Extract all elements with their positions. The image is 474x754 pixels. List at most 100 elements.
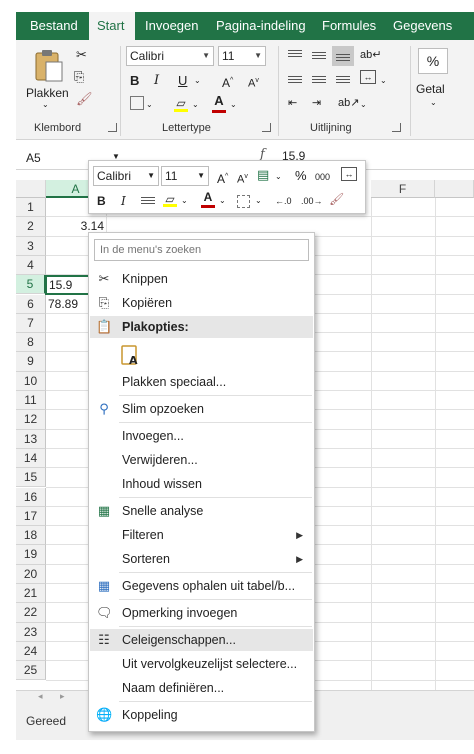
- row-header-15[interactable]: 15: [16, 468, 46, 488]
- row-header-18[interactable]: 18: [16, 526, 46, 546]
- row-header-17[interactable]: 17: [16, 506, 46, 527]
- row-header-22[interactable]: 22: [16, 603, 46, 623]
- increase-indent-icon[interactable]: ⇥: [312, 94, 321, 112]
- mini-align-center-icon[interactable]: [141, 197, 155, 206]
- row-header-14[interactable]: 14: [16, 448, 46, 469]
- row-header-19[interactable]: 19: [16, 545, 46, 565]
- tab-formules[interactable]: Formules: [322, 12, 376, 40]
- align-middle-icon[interactable]: [312, 52, 326, 61]
- align-left-icon[interactable]: [288, 76, 302, 85]
- chevron-down-icon[interactable]: ⌄: [181, 193, 188, 209]
- menu-item-format-cells[interactable]: ☷ Celeigenschappen...: [90, 629, 313, 651]
- menu-item-link[interactable]: 🌐 Koppeling: [90, 704, 313, 726]
- copy-icon[interactable]: ⎘: [74, 68, 84, 86]
- italic-button[interactable]: I: [154, 72, 159, 90]
- font-size-dropdown[interactable]: 11 ▼: [218, 46, 266, 66]
- row-header-6[interactable]: 6: [16, 294, 46, 314]
- row-header-21[interactable]: 21: [16, 584, 46, 604]
- menu-item-insert[interactable]: Invoegen...: [90, 425, 313, 447]
- row-header-5[interactable]: 5: [16, 275, 46, 295]
- menu-item-get-data-from-table[interactable]: ▦ Gegevens ophalen uit tabel/b...: [90, 575, 313, 597]
- paste-button[interactable]: Plakken ⌄: [24, 46, 70, 112]
- column-header-f[interactable]: F: [371, 180, 435, 198]
- align-center-icon[interactable]: [312, 76, 326, 85]
- mini-fill-color-icon[interactable]: ▱: [163, 191, 177, 207]
- mini-increase-decimal-icon[interactable]: ←.0: [275, 193, 292, 209]
- cut-icon[interactable]: ✂: [76, 46, 87, 64]
- row-header-20[interactable]: 20: [16, 564, 46, 584]
- mini-bold-button[interactable]: B: [97, 193, 106, 209]
- chevron-down-icon[interactable]: ⌄: [194, 72, 201, 90]
- row-header-16[interactable]: 16: [16, 487, 46, 507]
- format-painter-icon[interactable]: 🖌: [76, 90, 93, 108]
- row-header-7[interactable]: 7: [16, 313, 46, 334]
- menu-item-sort[interactable]: Sorteren ▶: [90, 548, 313, 570]
- menu-item-pick-from-dropdown[interactable]: Uit vervolgkeuzelijst selectere...: [90, 653, 313, 675]
- select-all-corner[interactable]: [16, 180, 46, 198]
- tab-pagina-indeling[interactable]: Pagina-indeling: [216, 12, 306, 40]
- paste-values-button[interactable]: A: [121, 343, 141, 369]
- row-header-1[interactable]: 1: [16, 198, 46, 218]
- mini-borders-icon[interactable]: [237, 195, 250, 208]
- alignment-launcher-icon[interactable]: [392, 123, 401, 132]
- menu-item-clear-contents[interactable]: Inhoud wissen: [90, 473, 313, 495]
- mini-font-size-dropdown[interactable]: 11 ▼: [161, 166, 209, 186]
- grow-font-icon[interactable]: A^: [222, 72, 233, 92]
- menu-item-copy[interactable]: ⎘ Kopiëren: [90, 292, 313, 314]
- font-name-dropdown[interactable]: Calibri ▼: [126, 46, 214, 66]
- mini-shrink-font-icon[interactable]: Av: [237, 169, 248, 188]
- chevron-down-icon[interactable]: ⌄: [275, 169, 282, 185]
- orientation-icon[interactable]: ab↗: [338, 94, 359, 112]
- decrease-indent-icon[interactable]: ⇤: [288, 94, 297, 112]
- scroll-right-icon[interactable]: ▸: [60, 691, 65, 702]
- column-header[interactable]: [435, 180, 474, 198]
- tab-gegevens[interactable]: Gegevens: [393, 12, 452, 40]
- fill-color-icon[interactable]: ▱: [174, 94, 188, 112]
- row-header-25[interactable]: 25: [16, 661, 46, 681]
- mini-grow-font-icon[interactable]: A^: [217, 169, 228, 187]
- tab-bestand[interactable]: Bestand: [30, 12, 78, 40]
- chevron-down-icon[interactable]: ⌄: [219, 193, 226, 209]
- merge-center-icon[interactable]: ↔: [360, 70, 376, 84]
- menu-search-input[interactable]: [94, 239, 309, 261]
- number-format-label[interactable]: Getal: [416, 82, 445, 96]
- mini-format-painter-icon[interactable]: 🖌: [329, 191, 344, 207]
- mini-number-format-icon[interactable]: ▤: [257, 167, 269, 183]
- mini-font-color-icon[interactable]: A: [201, 189, 215, 208]
- chevron-down-icon[interactable]: ⌄: [360, 96, 367, 114]
- chevron-down-icon[interactable]: ⌄: [146, 96, 153, 114]
- mini-decrease-decimal-icon[interactable]: .00→: [301, 193, 323, 209]
- row-header-2[interactable]: 2: [16, 217, 46, 237]
- chevron-down-icon[interactable]: ⌄: [255, 193, 262, 209]
- wrap-text-icon[interactable]: ab↵: [360, 46, 381, 64]
- row-header-4[interactable]: 4: [16, 255, 46, 276]
- chevron-down-icon[interactable]: ⌄: [192, 96, 199, 114]
- scroll-left-icon[interactable]: ◂: [38, 691, 43, 702]
- mini-italic-button[interactable]: I: [121, 193, 126, 209]
- chevron-down-icon[interactable]: ⌄: [430, 98, 437, 107]
- row-header-3[interactable]: 3: [16, 236, 46, 256]
- row-header-24[interactable]: 24: [16, 641, 46, 662]
- menu-item-smart-lookup[interactable]: ⚲ Slim opzoeken: [90, 398, 313, 420]
- align-top-icon[interactable]: [288, 50, 302, 59]
- mini-percent-button[interactable]: %: [295, 168, 307, 184]
- menu-item-delete[interactable]: Verwijderen...: [90, 449, 313, 471]
- mini-font-name-dropdown[interactable]: Calibri ▼: [93, 166, 159, 186]
- font-launcher-icon[interactable]: [262, 123, 271, 132]
- menu-item-filter[interactable]: Filteren ▶: [90, 524, 313, 546]
- chevron-down-icon[interactable]: ⌄: [380, 72, 387, 90]
- menu-item-paste-special[interactable]: Plakken speciaal...: [90, 371, 313, 393]
- bold-button[interactable]: B: [130, 72, 139, 90]
- menu-item-insert-comment[interactable]: 🗨 Opmerking invoegen: [90, 602, 313, 624]
- tab-start[interactable]: Start: [89, 12, 135, 40]
- mini-merge-icon[interactable]: ↔: [341, 167, 357, 181]
- row-header-12[interactable]: 12: [16, 410, 46, 430]
- row-header-9[interactable]: 9: [16, 352, 46, 372]
- menu-item-quick-analysis[interactable]: ▦ Snelle analyse: [90, 500, 313, 522]
- chevron-down-icon[interactable]: ⌄: [230, 96, 237, 114]
- clipboard-launcher-icon[interactable]: [108, 123, 117, 132]
- tab-invoegen[interactable]: Invoegen: [145, 12, 199, 40]
- font-color-icon[interactable]: A: [212, 92, 226, 113]
- row-header-11[interactable]: 11: [16, 391, 46, 411]
- underline-button[interactable]: U: [178, 72, 187, 90]
